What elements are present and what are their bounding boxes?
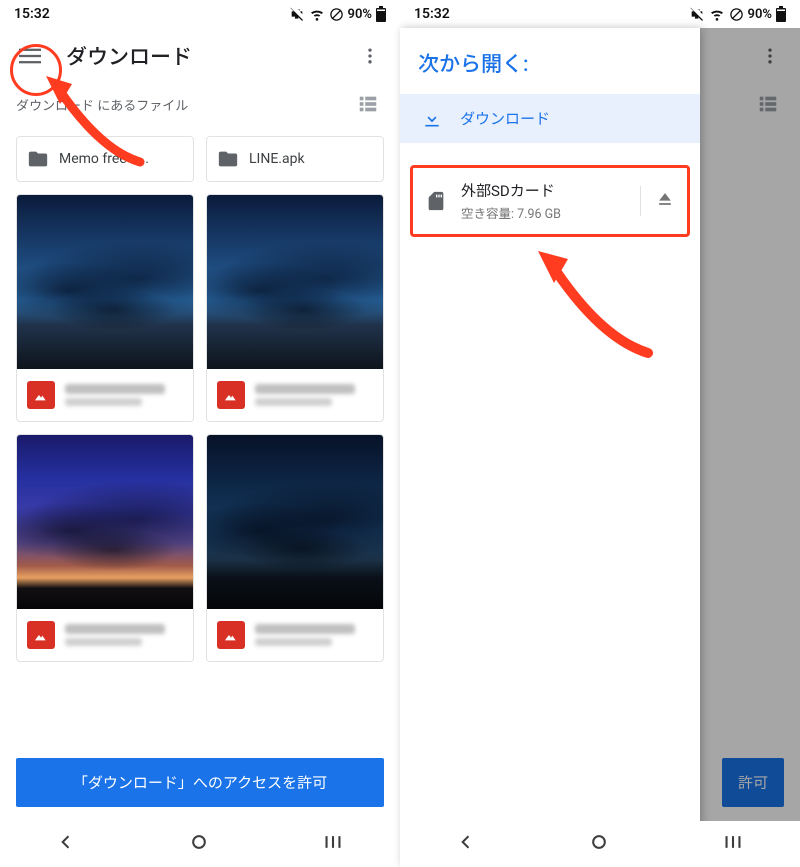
mute-icon: [289, 6, 305, 22]
nav-recents[interactable]: [722, 832, 744, 856]
image-filename-blurred: [65, 380, 183, 410]
nav-back[interactable]: [56, 832, 76, 856]
image-thumbnail: [17, 195, 193, 369]
folder-icon: [217, 148, 239, 170]
status-battery: 90%: [748, 7, 772, 22]
annotation-arrow-right: [530, 243, 660, 363]
drawer-item-sdcard[interactable]: 外部SDカード 空き容量: 7.96 GB: [410, 165, 690, 237]
file-grid: Memo free n... LINE.apk: [0, 126, 400, 662]
divider: [640, 186, 641, 216]
home-icon: [189, 832, 209, 852]
image-icon: [217, 381, 245, 409]
image-thumbnail: [207, 195, 383, 369]
home-icon: [589, 832, 609, 852]
image-icon: [217, 621, 245, 649]
allow-access-button[interactable]: 「ダウンロード」へのアクセスを許可: [16, 758, 384, 807]
nav-home[interactable]: [589, 832, 609, 856]
page-title: ダウンロード: [66, 41, 334, 71]
sdcard-title: 外部SDカード: [461, 180, 626, 201]
drawer-item-label: ダウンロード: [460, 108, 550, 129]
image-filename-blurred: [255, 620, 373, 650]
subheader: ダウンロード にあるファイル: [0, 84, 400, 126]
nav-bar: [0, 821, 400, 867]
folder-name: Memo free n...: [59, 151, 149, 167]
image-filename-blurred: [65, 620, 183, 650]
status-time: 15:32: [14, 6, 50, 22]
image-thumbnail: [207, 435, 383, 609]
battery-icon: [776, 6, 786, 22]
recents-icon: [722, 832, 744, 852]
nav-back[interactable]: [456, 832, 476, 856]
sdcard-icon: [425, 190, 447, 212]
image-tile[interactable]: [206, 194, 384, 422]
list-view-icon: [357, 93, 379, 115]
eject-button[interactable]: [655, 189, 675, 213]
image-tile[interactable]: [16, 194, 194, 422]
screen-left: 15:32 90% ダウンロード ダウンロード にあるファイル Mem: [0, 0, 400, 867]
sdcard-subtitle: 空き容量: 7.96 GB: [461, 203, 626, 222]
no-sim-icon: [729, 7, 744, 22]
status-right: 90%: [289, 6, 386, 22]
image-meta: [17, 609, 193, 661]
folder-icon: [27, 148, 49, 170]
toolbar: ダウンロード: [0, 28, 400, 84]
hamburger-icon: [19, 45, 41, 67]
download-icon: [422, 109, 442, 129]
back-icon: [56, 832, 76, 852]
battery-icon: [376, 6, 386, 22]
image-icon: [27, 621, 55, 649]
folder-tile[interactable]: LINE.apk: [206, 136, 384, 182]
hamburger-button[interactable]: [10, 36, 50, 76]
nav-bar: [400, 821, 800, 867]
image-tile[interactable]: [16, 434, 194, 662]
folder-name: LINE.apk: [249, 151, 305, 167]
eject-icon: [655, 189, 675, 209]
image-tile[interactable]: [206, 434, 384, 662]
image-thumbnail: [17, 435, 193, 609]
image-filename-blurred: [255, 380, 373, 410]
back-icon: [456, 832, 476, 852]
drawer-title: 次から開く:: [400, 28, 700, 94]
status-bar: 15:32 90%: [400, 0, 800, 28]
status-time: 15:32: [414, 6, 450, 22]
wifi-icon: [709, 6, 725, 22]
folder-tile[interactable]: Memo free n...: [16, 136, 194, 182]
nav-home[interactable]: [189, 832, 209, 856]
status-battery: 90%: [348, 7, 372, 22]
subheader-text: ダウンロード にあるファイル: [16, 95, 188, 114]
wifi-icon: [309, 6, 325, 22]
mute-icon: [689, 6, 705, 22]
screen-right: 15:32 90% x k: [400, 0, 800, 867]
drawer-item-downloads[interactable]: ダウンロード: [400, 94, 700, 143]
navigation-drawer: 次から開く: ダウンロード 外部SDカード 空き容量: 7.96 GB: [400, 28, 700, 867]
image-icon: [27, 381, 55, 409]
no-sim-icon: [329, 7, 344, 22]
sdcard-text: 外部SDカード 空き容量: 7.96 GB: [461, 180, 626, 222]
status-bar: 15:32 90%: [0, 0, 400, 28]
recents-icon: [322, 832, 344, 852]
more-vert-icon: [360, 46, 380, 66]
nav-recents[interactable]: [322, 832, 344, 856]
image-meta: [17, 369, 193, 421]
list-view-button[interactable]: [352, 88, 384, 120]
image-meta: [207, 609, 383, 661]
more-button[interactable]: [350, 36, 390, 76]
status-right: 90%: [689, 6, 786, 22]
image-meta: [207, 369, 383, 421]
